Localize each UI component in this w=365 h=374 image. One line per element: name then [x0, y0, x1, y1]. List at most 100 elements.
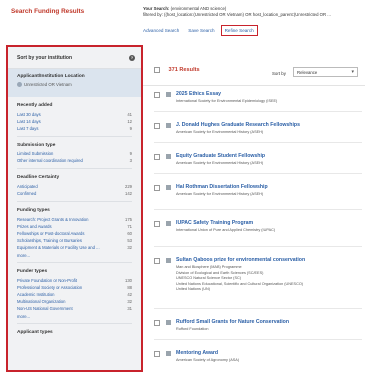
facet-option-label: Scholarships, Training or Bursaries — [17, 237, 82, 243]
facet-option-count: 41 — [127, 111, 132, 117]
results-count: 371 Results — [168, 67, 200, 73]
facet-option[interactable]: Last 14 days 12 — [17, 118, 132, 125]
chevron-down-icon: ▾ — [351, 69, 354, 75]
facet-more-link[interactable]: more... — [17, 253, 132, 258]
facet-option-count: 9 — [129, 125, 132, 131]
help-icon[interactable]: ? — [129, 54, 135, 61]
result-checkbox[interactable] — [154, 351, 160, 357]
result-checkbox[interactable] — [154, 123, 160, 129]
facet-option[interactable]: Multinational Organization 32 — [17, 298, 132, 305]
facet-option-label: Limited Submission — [17, 151, 54, 157]
facet-option[interactable]: Research: Project Grants & Innovation 175 — [17, 216, 132, 223]
facet-option[interactable]: Academic Institution 42 — [17, 291, 132, 298]
result-checkbox[interactable] — [154, 221, 160, 227]
filter-text: filtered by: ((host_location:(Unrestrict… — [143, 12, 331, 17]
facet-option-label: Anticipated — [17, 183, 38, 189]
result-title-link[interactable]: Rufford Small Grants for Nature Conserva… — [176, 319, 289, 325]
divider — [154, 246, 362, 247]
facet-option-count: 3 — [129, 158, 132, 164]
facet-option-label: Private Foundation or Non-Profit — [17, 277, 78, 283]
facet-option-count: 71 — [127, 223, 132, 229]
result-checkbox[interactable] — [154, 320, 160, 326]
facet-option[interactable]: Professional Society or Association 88 — [17, 284, 132, 291]
sort-select[interactable]: Relevance ▾ — [293, 67, 358, 77]
facet-section: Deadline Certainty Anticipated 229 Confirme… — [8, 169, 141, 203]
result-checkbox[interactable] — [154, 154, 160, 160]
facet-sections: Recently added Last 30 days 41 Last 14 days… — [8, 97, 141, 335]
facet-option[interactable]: Anticipated 229 — [17, 183, 132, 190]
facet-option-count: 60 — [127, 230, 132, 236]
facet-option[interactable]: Last 7 days 9 — [17, 125, 132, 132]
search-actions: Advanced Search Save Search Refine Searc… — [143, 25, 267, 36]
facet-title: Submission type — [17, 142, 56, 148]
result-checkbox[interactable] — [154, 258, 160, 264]
location-filter[interactable]: Applicant/Institution Location Unrestric… — [8, 69, 141, 97]
advanced-search-link[interactable]: Advanced Search — [143, 28, 179, 33]
facet-option-count: 142 — [125, 191, 132, 197]
facet-title: Funding types — [17, 208, 50, 214]
facet-option[interactable]: Private Foundation or Non-Profit 130 — [17, 277, 132, 284]
sidebar-header: Sort by your institution ? — [8, 47, 141, 69]
location-filter-value: Unrestricted OR Vietnam — [24, 82, 72, 87]
query-label: Your Search: — [143, 6, 170, 11]
result-title-link[interactable]: IUPAC Safety Training Program — [176, 220, 253, 226]
divider — [154, 308, 362, 309]
select-all-checkbox[interactable] — [154, 67, 160, 73]
facet-option-label: Last 14 days — [17, 118, 41, 124]
result-sponsor: American Society for Environmental Histo… — [176, 161, 264, 165]
divider — [154, 142, 362, 143]
results-toolbar: 371 Results — [154, 67, 200, 73]
facet-option[interactable]: Limited Submission 9 — [17, 150, 132, 157]
query-value: (environmental AND science) — [170, 6, 227, 11]
result-checkbox[interactable] — [154, 92, 160, 98]
result-title-link[interactable]: Hal Rothman Dissertation Fellowship — [176, 184, 268, 190]
facet-option[interactable]: Confirmed 142 — [17, 190, 132, 197]
tag-icon[interactable] — [166, 320, 171, 325]
facet-option-label: Last 7 days — [17, 125, 39, 131]
facet-option-count: 229 — [125, 183, 132, 189]
facet-option-count: 12 — [127, 118, 132, 124]
save-search-link[interactable]: Save Search — [188, 28, 214, 33]
result-sponsor: American Society for Environmental Histo… — [176, 130, 264, 134]
result-title-link[interactable]: J. Donald Hughes Graduate Research Fello… — [176, 122, 300, 128]
facet-option[interactable]: Scholarships, Training or Bursaries 53 — [17, 237, 132, 244]
result-sponsor: International Union of Pure and Applied … — [176, 228, 276, 232]
tag-icon[interactable] — [166, 351, 171, 356]
facet-more-link[interactable]: more... — [17, 314, 132, 319]
result-checkbox[interactable] — [154, 185, 160, 191]
search-summary: Your Search: (environmental AND science)… — [143, 6, 365, 18]
facet-option-count: 9 — [129, 151, 132, 157]
tag-icon[interactable] — [166, 123, 171, 128]
result-sponsor: Rufford Foundation — [176, 327, 209, 331]
facet-option[interactable]: Prizes and Awards 71 — [17, 223, 132, 230]
facet-option-count: 32 — [127, 245, 132, 251]
facet-option-count: 175 — [125, 216, 132, 222]
divider — [154, 209, 362, 210]
result-sponsor: International Society for Environmental … — [176, 99, 278, 103]
facet-option[interactable]: Last 30 days 41 — [17, 111, 132, 118]
tag-icon[interactable] — [166, 185, 171, 190]
facet-option[interactable]: Non-US National Government 31 — [17, 305, 132, 312]
facet-option-label: Confirmed — [17, 191, 37, 197]
refine-search-link[interactable]: Refine Search — [220, 25, 258, 36]
facet-option-count: 53 — [127, 237, 132, 243]
tag-icon[interactable] — [166, 154, 171, 159]
result-title-link[interactable]: Equity Graduate Student Fellowship — [176, 153, 265, 159]
facet-option[interactable]: Fellowships or Post-doctoral Awards 60 — [17, 230, 132, 237]
facet-option-count: 130 — [125, 277, 132, 283]
tag-icon[interactable] — [166, 92, 171, 97]
divider — [154, 111, 362, 112]
tag-icon[interactable] — [166, 258, 171, 263]
facet-option-label: Equipment & Materials or Facility Use an… — [17, 245, 100, 251]
result-title-link[interactable]: 2025 Ethics Essay — [176, 91, 221, 97]
facet-option[interactable]: Equipment & Materials or Facility Use an… — [17, 244, 132, 251]
tag-icon[interactable] — [166, 221, 171, 226]
facet-section: Funding types Research: Project Grants & … — [8, 202, 141, 264]
divider — [154, 173, 362, 174]
facet-option-count: 31 — [127, 306, 132, 311]
result-title-link[interactable]: Mentoring Award — [176, 350, 218, 356]
facet-option-label: Non-US National Government — [17, 306, 73, 311]
divider — [154, 339, 362, 340]
result-title-link[interactable]: Sultan Qaboos prize for environmental co… — [176, 257, 305, 263]
facet-option[interactable]: Other internal coordination required 3 — [17, 157, 132, 164]
